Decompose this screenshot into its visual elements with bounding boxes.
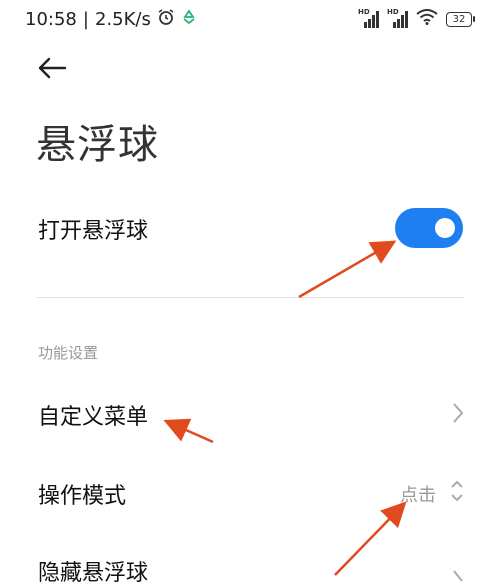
chevron-updown-icon bbox=[449, 478, 465, 508]
status-bar-left: 10:58 | 2.5K/s bbox=[25, 8, 197, 31]
annotation-arrow-toggle bbox=[298, 240, 397, 299]
toggle-knob bbox=[435, 218, 455, 238]
list-item-hide-floating-ball[interactable]: 隐藏悬浮球 bbox=[0, 540, 500, 586]
chevron-right-icon bbox=[452, 402, 464, 428]
alarm-icon bbox=[157, 8, 175, 31]
page-title: 悬浮球 bbox=[36, 122, 159, 168]
status-separator: | bbox=[82, 9, 89, 30]
battery-level: 32 bbox=[452, 13, 466, 25]
battery-icon: 32 bbox=[446, 11, 475, 27]
chevron-right-icon bbox=[452, 568, 464, 587]
list-item-label: 操作模式 bbox=[38, 484, 127, 509]
back-arrow-icon[interactable] bbox=[36, 54, 68, 82]
wifi-icon bbox=[416, 9, 438, 29]
floating-ball-toggle[interactable] bbox=[395, 208, 463, 248]
network-speed: 2.5K/s bbox=[94, 9, 151, 30]
toggle-row-label: 打开悬浮球 bbox=[38, 219, 149, 244]
status-bar-right: HD HD 32 bbox=[358, 8, 475, 29]
section-header: 功能设置 bbox=[38, 344, 99, 362]
operation-mode-value: 点击 bbox=[400, 485, 436, 506]
list-item-label: 隐藏悬浮球 bbox=[38, 561, 149, 586]
divider bbox=[36, 297, 464, 298]
list-item-custom-menu[interactable]: 自定义菜单 bbox=[0, 380, 500, 444]
recycle-icon bbox=[181, 9, 197, 30]
signal-hd-label-2: HD bbox=[387, 8, 399, 16]
status-time: 10:58 bbox=[25, 9, 77, 30]
signal-icon-2: HD bbox=[387, 8, 408, 28]
signal-icon: HD bbox=[358, 8, 379, 28]
list-item-label: 自定义菜单 bbox=[38, 405, 149, 430]
signal-hd-label: HD bbox=[358, 8, 370, 16]
